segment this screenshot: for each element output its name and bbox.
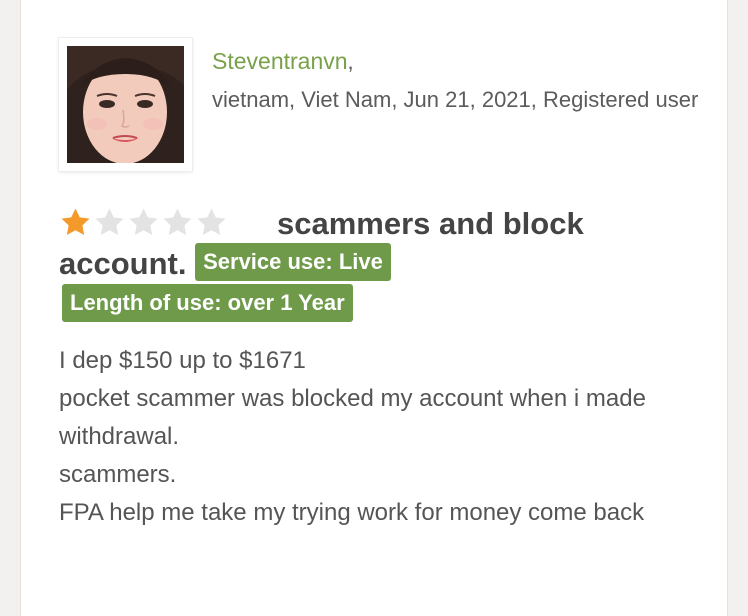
review-meta: Steventranvn, vietnam, Viet Nam, Jun 21,… bbox=[212, 42, 712, 119]
avatar bbox=[67, 46, 184, 163]
length-of-use-badge: Length of use: over 1 Year bbox=[62, 284, 353, 322]
author-location-date: vietnam, Viet Nam, Jun 21, 2021, Registe… bbox=[212, 87, 699, 112]
author-name-link[interactable]: Steventranvn bbox=[212, 48, 348, 74]
author-comma: , bbox=[347, 49, 354, 74]
avatar-image bbox=[67, 46, 184, 163]
avatar-frame bbox=[59, 38, 192, 171]
review-body-line: FPA help me take my trying work for mone… bbox=[59, 499, 645, 526]
review-body-line: pocket scammer was blocked my account wh… bbox=[59, 385, 653, 450]
review-body: I dep $150 up to $1671 pocket scammer wa… bbox=[59, 342, 669, 532]
review-body-line: scammers. bbox=[59, 461, 177, 488]
review-title-block: scammers and block account. Service use:… bbox=[59, 204, 679, 285]
review-body-line: I dep $150 up to $1671 bbox=[59, 347, 306, 374]
service-use-badge: Service use: Live bbox=[195, 242, 391, 281]
